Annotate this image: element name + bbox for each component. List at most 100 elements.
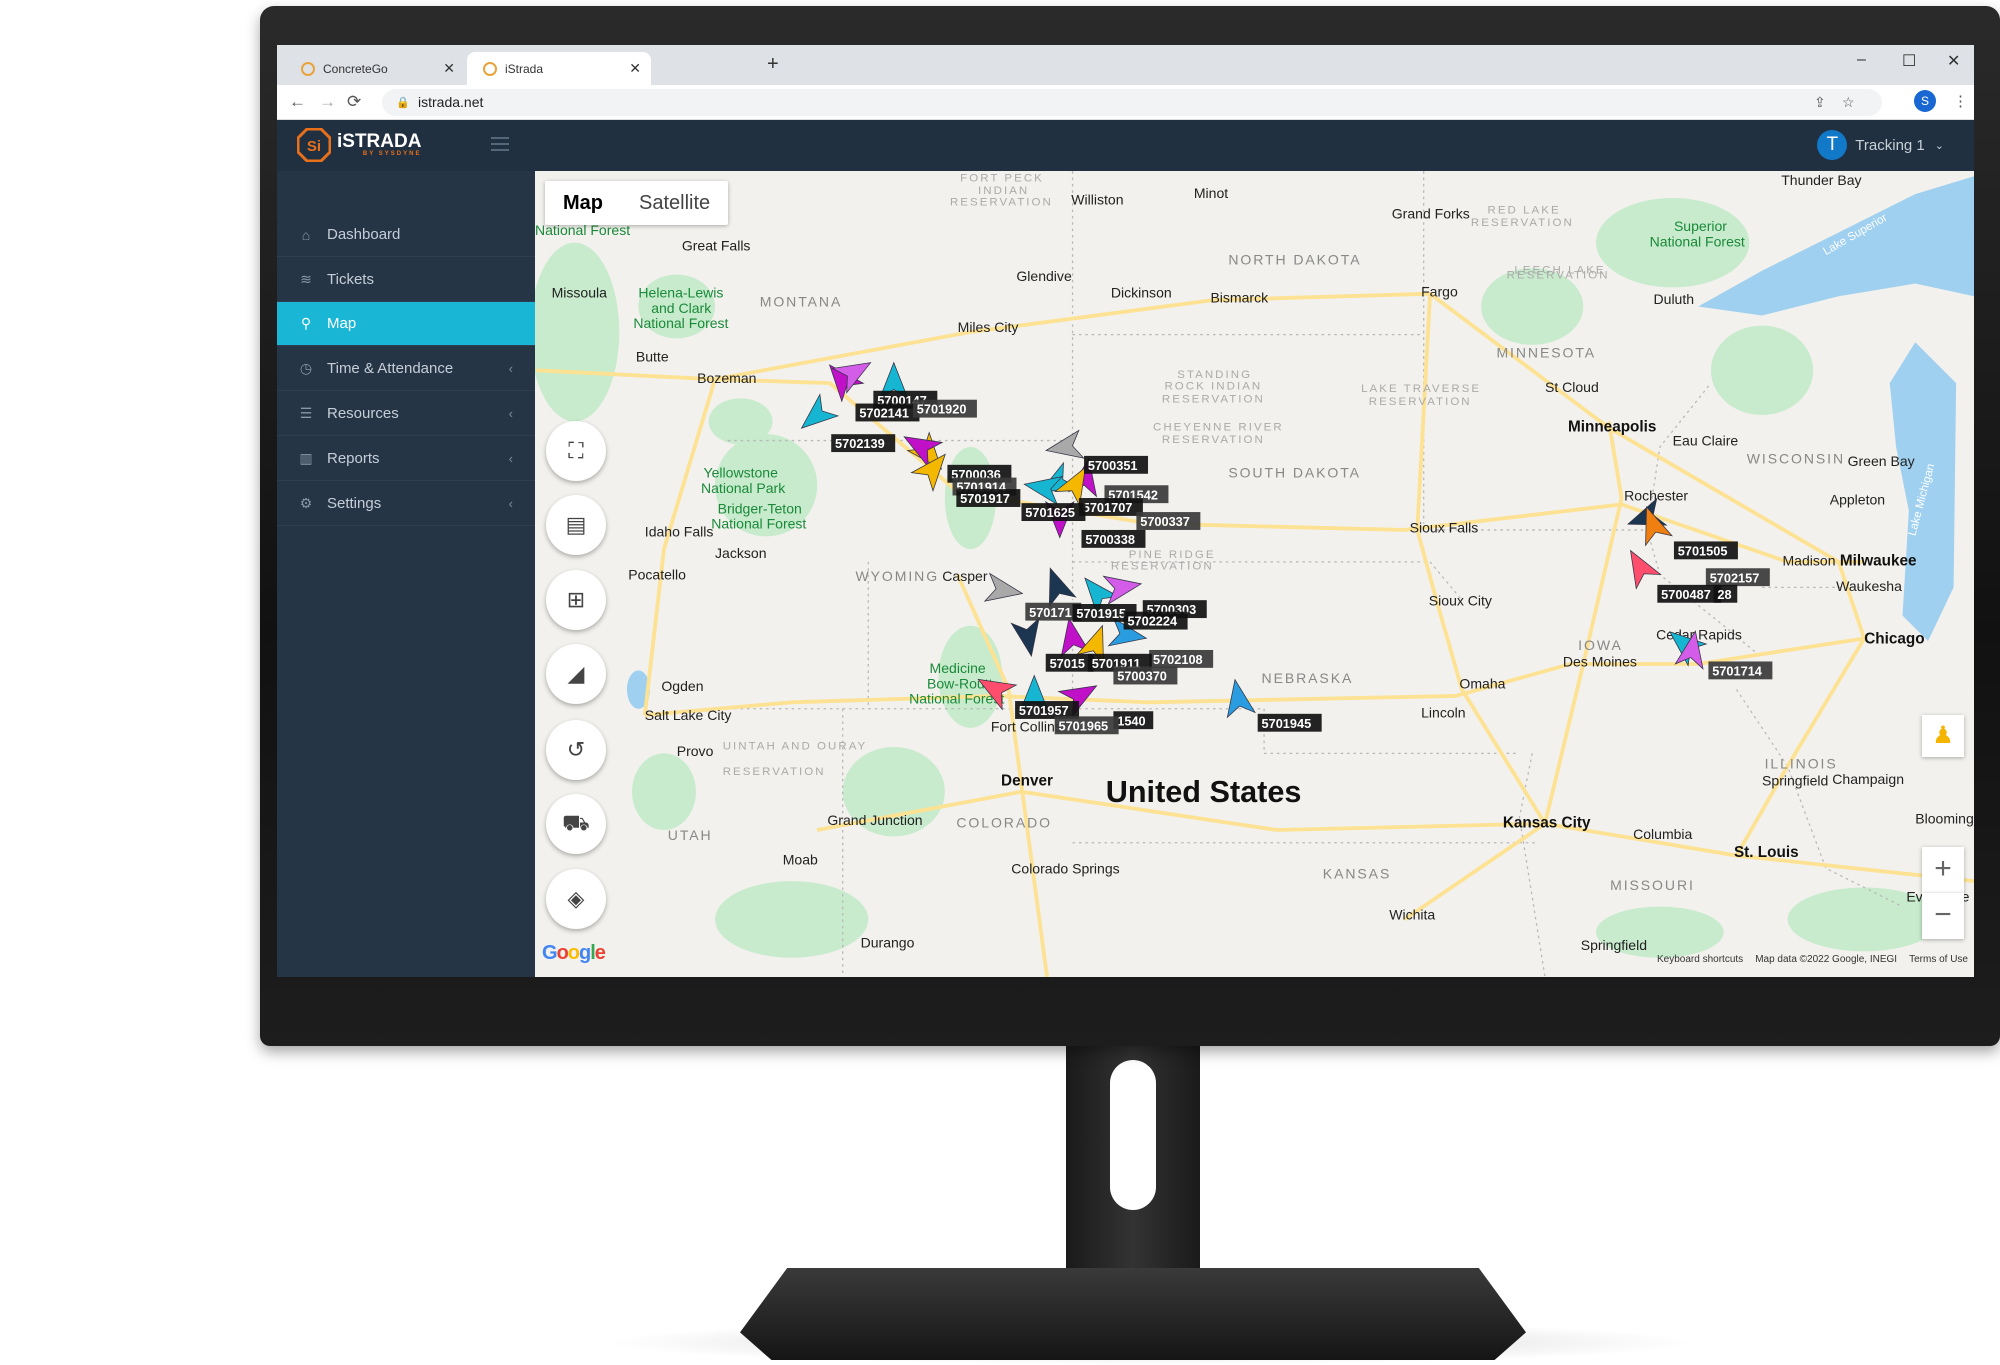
back-icon[interactable]: ← bbox=[289, 92, 306, 112]
map-layer[interactable]: MONTANA NORTH DAKOTA SOUTH DAKOTA WYOMING NE… bbox=[535, 171, 1974, 977]
gear-icon: ⚙ bbox=[299, 495, 313, 511]
vehicle-label[interactable]: 5701945 bbox=[1257, 713, 1322, 732]
vehicle-label[interactable]: 5701707 bbox=[1078, 498, 1143, 516]
vehicle-marker[interactable] bbox=[1037, 563, 1077, 608]
vehicle-label[interactable]: 5700487 bbox=[1657, 584, 1722, 603]
vehicle-label[interactable]: 5700338 bbox=[1081, 529, 1146, 548]
vehicle-label[interactable]: 1540 bbox=[1113, 711, 1154, 730]
sidebar-item-label: Settings bbox=[327, 495, 382, 512]
close-tab-icon[interactable]: ✕ bbox=[443, 60, 455, 77]
minimize-button[interactable]: – bbox=[1857, 51, 1866, 69]
vehicle-label[interactable]: 28 bbox=[1713, 584, 1738, 603]
tab-istrada[interactable]: iStrada ✕ bbox=[467, 52, 651, 85]
vehicle-id: 5701505 bbox=[1678, 543, 1728, 558]
layers-button[interactable]: ◈ bbox=[546, 869, 606, 929]
sidebar-item-label: Dashboard bbox=[327, 226, 401, 243]
sidebar-item-resources[interactable]: ☰ Resources ‹ bbox=[277, 392, 535, 436]
vehicle-label[interactable]: 5701920 bbox=[912, 399, 977, 418]
vehicle-id: 57015 bbox=[1050, 656, 1085, 671]
vehicle-label[interactable]: 5702224 bbox=[1123, 611, 1188, 630]
vehicle-marker[interactable] bbox=[793, 393, 840, 438]
fullscreen-button[interactable]: ⛶ bbox=[546, 421, 606, 481]
new-tab-button[interactable]: + bbox=[767, 53, 779, 76]
truck-icon: ⛟ bbox=[562, 809, 590, 835]
address-bar-row: ← → ⟳ 🔒 istrada.net ⇪ ☆ S ⋮ bbox=[277, 85, 1974, 120]
maximize-button[interactable]: ☐ bbox=[1902, 51, 1916, 71]
place-label: Milwaukee bbox=[1840, 553, 1917, 570]
profile-avatar[interactable]: S bbox=[1914, 90, 1936, 112]
sidebar-item-reports[interactable]: ▥ Reports ‹ bbox=[277, 437, 535, 481]
star-icon[interactable]: ☆ bbox=[1842, 89, 1855, 116]
place-label: Medicine bbox=[930, 660, 986, 676]
sidebar-item-time-attendance[interactable]: ◷ Time & Attendance ‹ bbox=[277, 347, 535, 391]
vehicle-label[interactable]: 5700337 bbox=[1136, 512, 1201, 530]
vehicle-label[interactable]: 5700351 bbox=[1084, 455, 1149, 474]
history-button[interactable]: ↺ bbox=[546, 720, 606, 780]
place-label: Casper bbox=[942, 568, 988, 584]
close-tab-icon[interactable]: ✕ bbox=[629, 60, 641, 77]
vehicle-marker[interactable] bbox=[983, 572, 1025, 607]
tab-concretego[interactable]: ConcreteGo ✕ bbox=[285, 52, 465, 85]
zoom-in-button[interactable]: + bbox=[1922, 847, 1964, 893]
keyboard-shortcuts-link[interactable]: Keyboard shortcuts bbox=[1657, 954, 1743, 965]
sidebar-item-tickets[interactable]: ≋ Tickets bbox=[277, 258, 535, 302]
user-avatar: T bbox=[1817, 130, 1848, 160]
terms-link[interactable]: Terms of Use bbox=[1909, 954, 1968, 965]
sidebar-item-map[interactable]: ⚲ Map bbox=[277, 302, 535, 346]
istrada-logo[interactable]: Si iSTRADA BY SYSDYNE bbox=[297, 128, 421, 162]
browser-menu-icon[interactable]: ⋮ bbox=[1953, 92, 1968, 110]
vehicle-label[interactable]: 5702108 bbox=[1149, 649, 1214, 668]
vehicle-label[interactable]: 5701965 bbox=[1054, 716, 1119, 735]
map-type-map-button[interactable]: Map bbox=[545, 181, 621, 225]
trucks-button[interactable]: ⛟ bbox=[546, 794, 606, 854]
url-field[interactable]: 🔒 istrada.net ⇪ ☆ bbox=[382, 89, 1882, 116]
vehicle-marker[interactable] bbox=[1618, 544, 1662, 590]
vehicle-label[interactable]: 5701505 bbox=[1673, 541, 1738, 560]
chevron-left-icon: ‹ bbox=[508, 406, 513, 421]
forward-icon[interactable]: → bbox=[319, 92, 336, 112]
place-label: Sioux Falls bbox=[1410, 520, 1479, 536]
user-menu[interactable]: T Tracking 1 ⌄ bbox=[1817, 130, 1944, 160]
reload-icon[interactable]: ⟳ bbox=[347, 92, 361, 112]
place-label: RESERVATION bbox=[1111, 561, 1214, 573]
vehicle-label[interactable]: 5702141 bbox=[855, 403, 920, 422]
map-canvas[interactable]: MONTANA NORTH DAKOTA SOUTH DAKOTA WYOMING NE… bbox=[535, 171, 1974, 977]
vehicle-label[interactable]: 5702157 bbox=[1705, 568, 1770, 587]
vehicle-marker[interactable] bbox=[1010, 617, 1045, 658]
sidebar-item-settings[interactable]: ⚙ Settings ‹ bbox=[277, 482, 535, 526]
sidebar-item-dashboard[interactable]: ⌂ Dashboard bbox=[277, 213, 535, 257]
place-label: RESERVATION bbox=[950, 197, 1053, 209]
close-window-button[interactable]: ✕ bbox=[1947, 51, 1960, 71]
messages-button[interactable]: ▤ bbox=[546, 495, 606, 555]
vehicle-label[interactable]: 5701714 bbox=[1708, 661, 1773, 680]
place-label: Minot bbox=[1194, 185, 1228, 201]
map-attribution: Keyboard shortcuts Map data ©2022 Google… bbox=[1657, 954, 1968, 965]
share-icon[interactable]: ⇪ bbox=[1814, 89, 1826, 116]
vehicle-label[interactable]: 5701917 bbox=[956, 489, 1021, 507]
vehicle-label[interactable]: 57015 bbox=[1045, 653, 1094, 672]
chart-button[interactable]: ◢ bbox=[546, 644, 606, 704]
vehicle-label[interactable]: 5700370 bbox=[1113, 666, 1178, 685]
vehicle-marker[interactable] bbox=[1102, 570, 1144, 605]
vehicle-label[interactable]: 5701957 bbox=[1015, 701, 1080, 719]
vehicle-marker[interactable] bbox=[1221, 677, 1256, 719]
place-label: National Forest bbox=[633, 315, 728, 331]
vehicle-id: 5700337 bbox=[1140, 514, 1190, 529]
vehicle-label[interactable]: 5701625 bbox=[1021, 503, 1086, 522]
map-type-satellite-button[interactable]: Satellite bbox=[621, 181, 728, 225]
zoom-out-button[interactable]: − bbox=[1922, 893, 1964, 939]
place-label: MINNESOTA bbox=[1496, 345, 1596, 361]
place-label: CHEYENNE RIVER bbox=[1153, 421, 1284, 433]
place-label: NORTH DAKOTA bbox=[1228, 251, 1361, 267]
street-view-pegman-icon[interactable]: ♟ bbox=[1922, 715, 1964, 757]
hamburger-menu-icon[interactable] bbox=[491, 137, 509, 151]
place-label: Ogden bbox=[661, 678, 703, 694]
map-view-button[interactable]: ⊞ bbox=[546, 570, 606, 630]
place-label: MONTANA bbox=[760, 294, 843, 310]
map-pin-icon: ⚲ bbox=[300, 315, 312, 331]
map-type-toggle[interactable]: Map Satellite bbox=[545, 181, 729, 225]
vehicle-marker[interactable] bbox=[1044, 429, 1085, 464]
svg-text:Si: Si bbox=[307, 138, 321, 155]
vehicle-label[interactable]: 5702139 bbox=[831, 434, 896, 453]
place-label: Bismarck bbox=[1210, 290, 1269, 306]
